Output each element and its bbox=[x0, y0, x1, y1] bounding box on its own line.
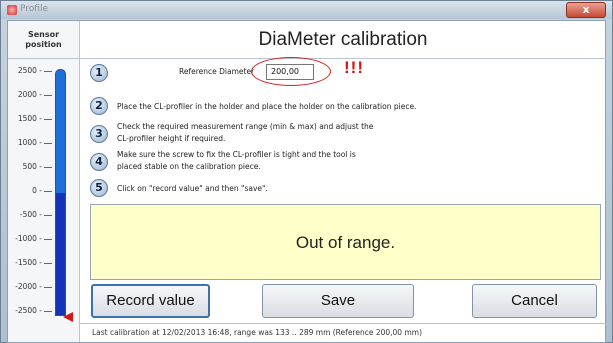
gauge-tick-mark bbox=[44, 119, 52, 120]
sensor-header-line2: position bbox=[25, 40, 62, 49]
gauge-tick-label: -500 - bbox=[19, 210, 42, 219]
step-text-line1: Check the required measurement range (mi… bbox=[117, 122, 374, 131]
sensor-gauge-fill bbox=[56, 192, 65, 315]
gauge-tick-mark bbox=[44, 263, 52, 264]
step-number-badge: 1 bbox=[90, 64, 108, 82]
step-number-badge: 2 bbox=[90, 97, 108, 115]
gauge-tick-label: -2500 - bbox=[15, 306, 42, 315]
title-bar: Profile x bbox=[1, 1, 612, 19]
main-panel: DiaMeter calibration 1 Reference Diamete… bbox=[80, 21, 606, 342]
step-number-badge: 4 bbox=[90, 153, 108, 171]
gauge-tick-mark bbox=[44, 311, 52, 312]
gauge-tick-label: -2000 - bbox=[15, 282, 42, 291]
sensor-position-pointer-icon bbox=[63, 312, 73, 322]
page-title: DiaMeter calibration bbox=[80, 21, 606, 59]
gauge-tick-label: -1500 - bbox=[15, 258, 42, 267]
calibration-window: Profile x Sensor position 2500 -2000 -15… bbox=[0, 0, 613, 343]
gauge-tick-mark bbox=[44, 287, 52, 288]
gauge-tick-label: 1500 - bbox=[17, 114, 42, 123]
sensor-header-line1: Sensor bbox=[27, 30, 60, 39]
save-button[interactable]: Save bbox=[262, 284, 414, 318]
status-message: Out of range. bbox=[90, 204, 601, 280]
gauge-tick-mark bbox=[44, 239, 52, 240]
gauge-tick-label: 0 - bbox=[32, 186, 42, 195]
step-text-line1: Make sure the screw to fix the CL-profil… bbox=[117, 150, 356, 159]
gauge-tick-mark bbox=[44, 71, 52, 72]
record-value-button[interactable]: Record value bbox=[91, 284, 210, 318]
gauge-tick-label: 500 - bbox=[22, 162, 42, 171]
reference-diameter-label: Reference Diameter bbox=[179, 67, 255, 76]
step-text: Place the CL-profiler in the holder and … bbox=[117, 102, 417, 111]
sensor-header: Sensor position bbox=[8, 21, 79, 59]
step-number-badge: 3 bbox=[90, 125, 108, 143]
gauge-tick-label: 2500 - bbox=[17, 66, 42, 75]
step-text-line2: CL-profiler height if required. bbox=[117, 134, 226, 143]
gauge-tick-mark bbox=[44, 191, 52, 192]
gauge-tick-label: 1000 - bbox=[17, 138, 42, 147]
gauge-tick-label: -1000 - bbox=[15, 234, 42, 243]
window-title: Profile bbox=[20, 4, 48, 14]
gauge-tick-mark bbox=[44, 143, 52, 144]
gauge-tick-mark bbox=[44, 167, 52, 168]
alert-marks: !!! bbox=[344, 58, 364, 77]
step-number-badge: 5 bbox=[90, 179, 108, 197]
cancel-button[interactable]: Cancel bbox=[472, 284, 597, 318]
gauge-tick-mark bbox=[44, 95, 52, 96]
step-3: 3 Check the required measurement range (… bbox=[90, 122, 590, 146]
step-2: 2 Place the CL-profiler in the holder an… bbox=[90, 97, 590, 117]
step-5: 5 Click on "record value" and then "save… bbox=[90, 179, 590, 199]
close-button[interactable]: x bbox=[566, 2, 606, 18]
gauge-tick-label: 2000 - bbox=[17, 90, 42, 99]
last-calibration-info: Last calibration at 12/02/2013 16:48, ra… bbox=[80, 323, 606, 342]
step-text-line2: placed stable on the calibration piece. bbox=[117, 162, 261, 171]
app-icon bbox=[7, 5, 17, 15]
step-text: Click on "record value" and then "save". bbox=[117, 184, 268, 193]
sensor-position-panel: Sensor position 2500 - 2000 - 1500 - 1000 -… bbox=[8, 21, 80, 342]
highlight-circle bbox=[251, 57, 331, 86]
sensor-gauge bbox=[55, 69, 66, 316]
client-area: Sensor position 2500 -2000 -1500 -1000 -… bbox=[7, 20, 606, 343]
gauge-tick-mark bbox=[44, 215, 52, 216]
step-4: 4 Make sure the screw to fix the CL-prof… bbox=[90, 150, 590, 174]
